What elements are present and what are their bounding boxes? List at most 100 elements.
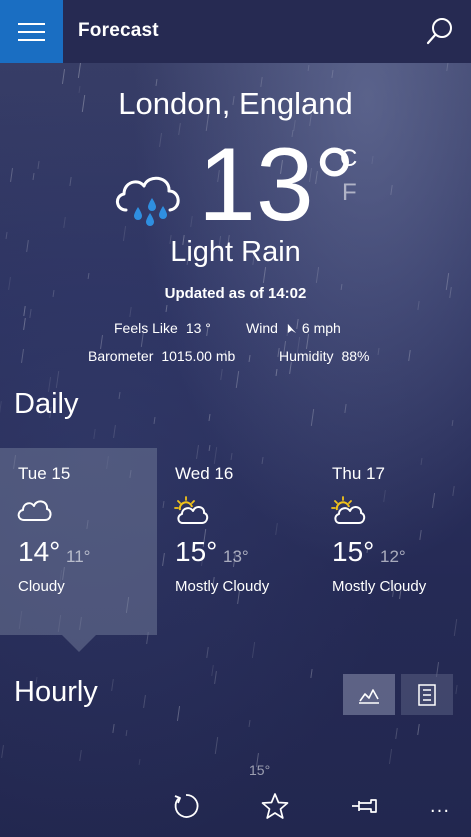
rain-streak — [37, 160, 41, 169]
rain-streak — [371, 155, 374, 164]
day-card-tue[interactable]: Tue 15 14° 11° Cloudy — [0, 448, 157, 635]
refresh-button[interactable] — [171, 791, 201, 821]
rain-streak — [310, 668, 313, 678]
rain-streak — [32, 172, 35, 181]
line-chart-icon — [359, 688, 379, 704]
day-high-temp: 15° — [175, 536, 218, 567]
day-card-thu[interactable]: Thu 17 15° 12° Mostly Cloudy — [314, 448, 471, 635]
day-card-wed[interactable]: Wed 16 15° 13° Mostly Cloudy — [157, 448, 314, 635]
rain-streak — [23, 318, 27, 330]
rain-streak — [235, 370, 239, 388]
updated-time: Updated as of 14:02 — [164, 285, 307, 302]
menu-line — [18, 38, 45, 41]
selected-day-pointer — [62, 635, 96, 652]
rain-streak — [178, 123, 181, 136]
wind-value: 6 mph — [301, 320, 341, 336]
current-condition: Light Rain — [170, 236, 301, 268]
rain-streak — [129, 306, 132, 317]
barometer-value: 1015.00 mb — [161, 348, 236, 364]
rain-streak — [63, 216, 66, 229]
rain-streak — [389, 749, 393, 765]
rain-streak — [142, 695, 146, 709]
menu-line — [18, 22, 45, 25]
day-low-temp: 12° — [380, 547, 406, 566]
pin-icon — [352, 799, 377, 813]
rain-streak — [251, 641, 256, 658]
humidity-value: 88% — [341, 348, 370, 364]
rain-streak — [455, 685, 458, 695]
day-low-temp: 13° — [223, 547, 249, 566]
search-icon — [426, 18, 452, 45]
hourly-chart-view-button[interactable] — [343, 674, 395, 715]
humidity: Humidity 88% — [279, 348, 370, 364]
daily-section-title: Daily — [14, 388, 79, 420]
rain-streak — [331, 70, 334, 78]
day-name: Tue 15 — [18, 464, 71, 483]
rain-streak — [159, 133, 163, 148]
feels-like-label: Feels Like — [114, 320, 178, 336]
wind-direction-icon — [287, 323, 296, 334]
fahrenheit-toggle[interactable]: F — [342, 179, 357, 207]
rain-streak — [395, 727, 398, 739]
more-options-button[interactable]: ... — [425, 791, 455, 821]
list-view-icon — [418, 683, 436, 706]
more-options-icon: ... — [429, 795, 451, 817]
barometer: Barometer 1015.00 mb — [88, 348, 235, 364]
rain-streak — [138, 758, 141, 766]
rain-streak — [113, 425, 117, 439]
current-temperature: 13° — [198, 127, 356, 243]
rain-streak — [79, 749, 83, 762]
day-condition: Mostly Cloudy — [332, 578, 427, 595]
hamburger-menu-button[interactable] — [0, 0, 63, 63]
rain-streak — [61, 68, 66, 84]
rain-streak — [208, 414, 211, 422]
wind: Wind 6 mph — [246, 320, 341, 336]
top-bar: Forecast — [0, 0, 471, 63]
partly-sunny-icon — [174, 496, 209, 524]
rain-streak — [310, 409, 314, 427]
rain-streak — [220, 368, 223, 380]
rain-streak — [416, 723, 420, 735]
humidity-label: Humidity — [279, 348, 334, 364]
rain-streak — [112, 724, 115, 733]
rain-streak — [125, 729, 128, 736]
rain-streak — [248, 355, 251, 363]
day-name: Thu 17 — [332, 464, 385, 483]
day-condition: Mostly Cloudy — [175, 578, 270, 595]
rain-streak — [377, 348, 380, 356]
pin-button[interactable] — [349, 791, 379, 821]
favorite-star-icon — [261, 793, 289, 819]
rain-streak — [211, 664, 214, 677]
day-low-temp: 11° — [66, 547, 91, 566]
rain-streak — [10, 168, 14, 183]
rain-streak — [451, 420, 454, 427]
rain-streak — [344, 404, 347, 414]
rain-streak — [390, 184, 393, 196]
rain-cloud-icon — [116, 176, 180, 226]
celsius-toggle[interactable]: C — [340, 145, 357, 173]
feels-like-value: 13 ° — [185, 320, 211, 336]
rain-streak — [87, 272, 90, 280]
rain-streak — [417, 301, 421, 311]
rain-streak — [69, 177, 72, 187]
rain-streak — [307, 65, 310, 72]
favorite-button[interactable] — [260, 791, 290, 821]
cloud-icon — [17, 500, 52, 521]
hourly-section-title: Hourly — [14, 676, 98, 708]
rain-streak — [263, 266, 267, 283]
location-name: London, England — [118, 86, 353, 121]
rain-streak — [0, 744, 4, 759]
app-bar: ... — [0, 775, 471, 837]
day-name: Wed 16 — [175, 464, 234, 483]
feels-like: Feels Like 13 ° — [114, 320, 211, 336]
rain-streak — [21, 348, 25, 363]
rain-streak — [316, 267, 320, 283]
day-high-temp: 14° — [18, 536, 61, 567]
barometer-label: Barometer — [88, 348, 154, 364]
rain-streak — [153, 417, 156, 425]
rain-streak — [248, 720, 251, 728]
wind-label: Wind — [246, 320, 278, 336]
rain-streak — [306, 333, 310, 349]
search-button[interactable] — [425, 16, 455, 46]
hourly-list-view-button[interactable] — [401, 674, 453, 715]
